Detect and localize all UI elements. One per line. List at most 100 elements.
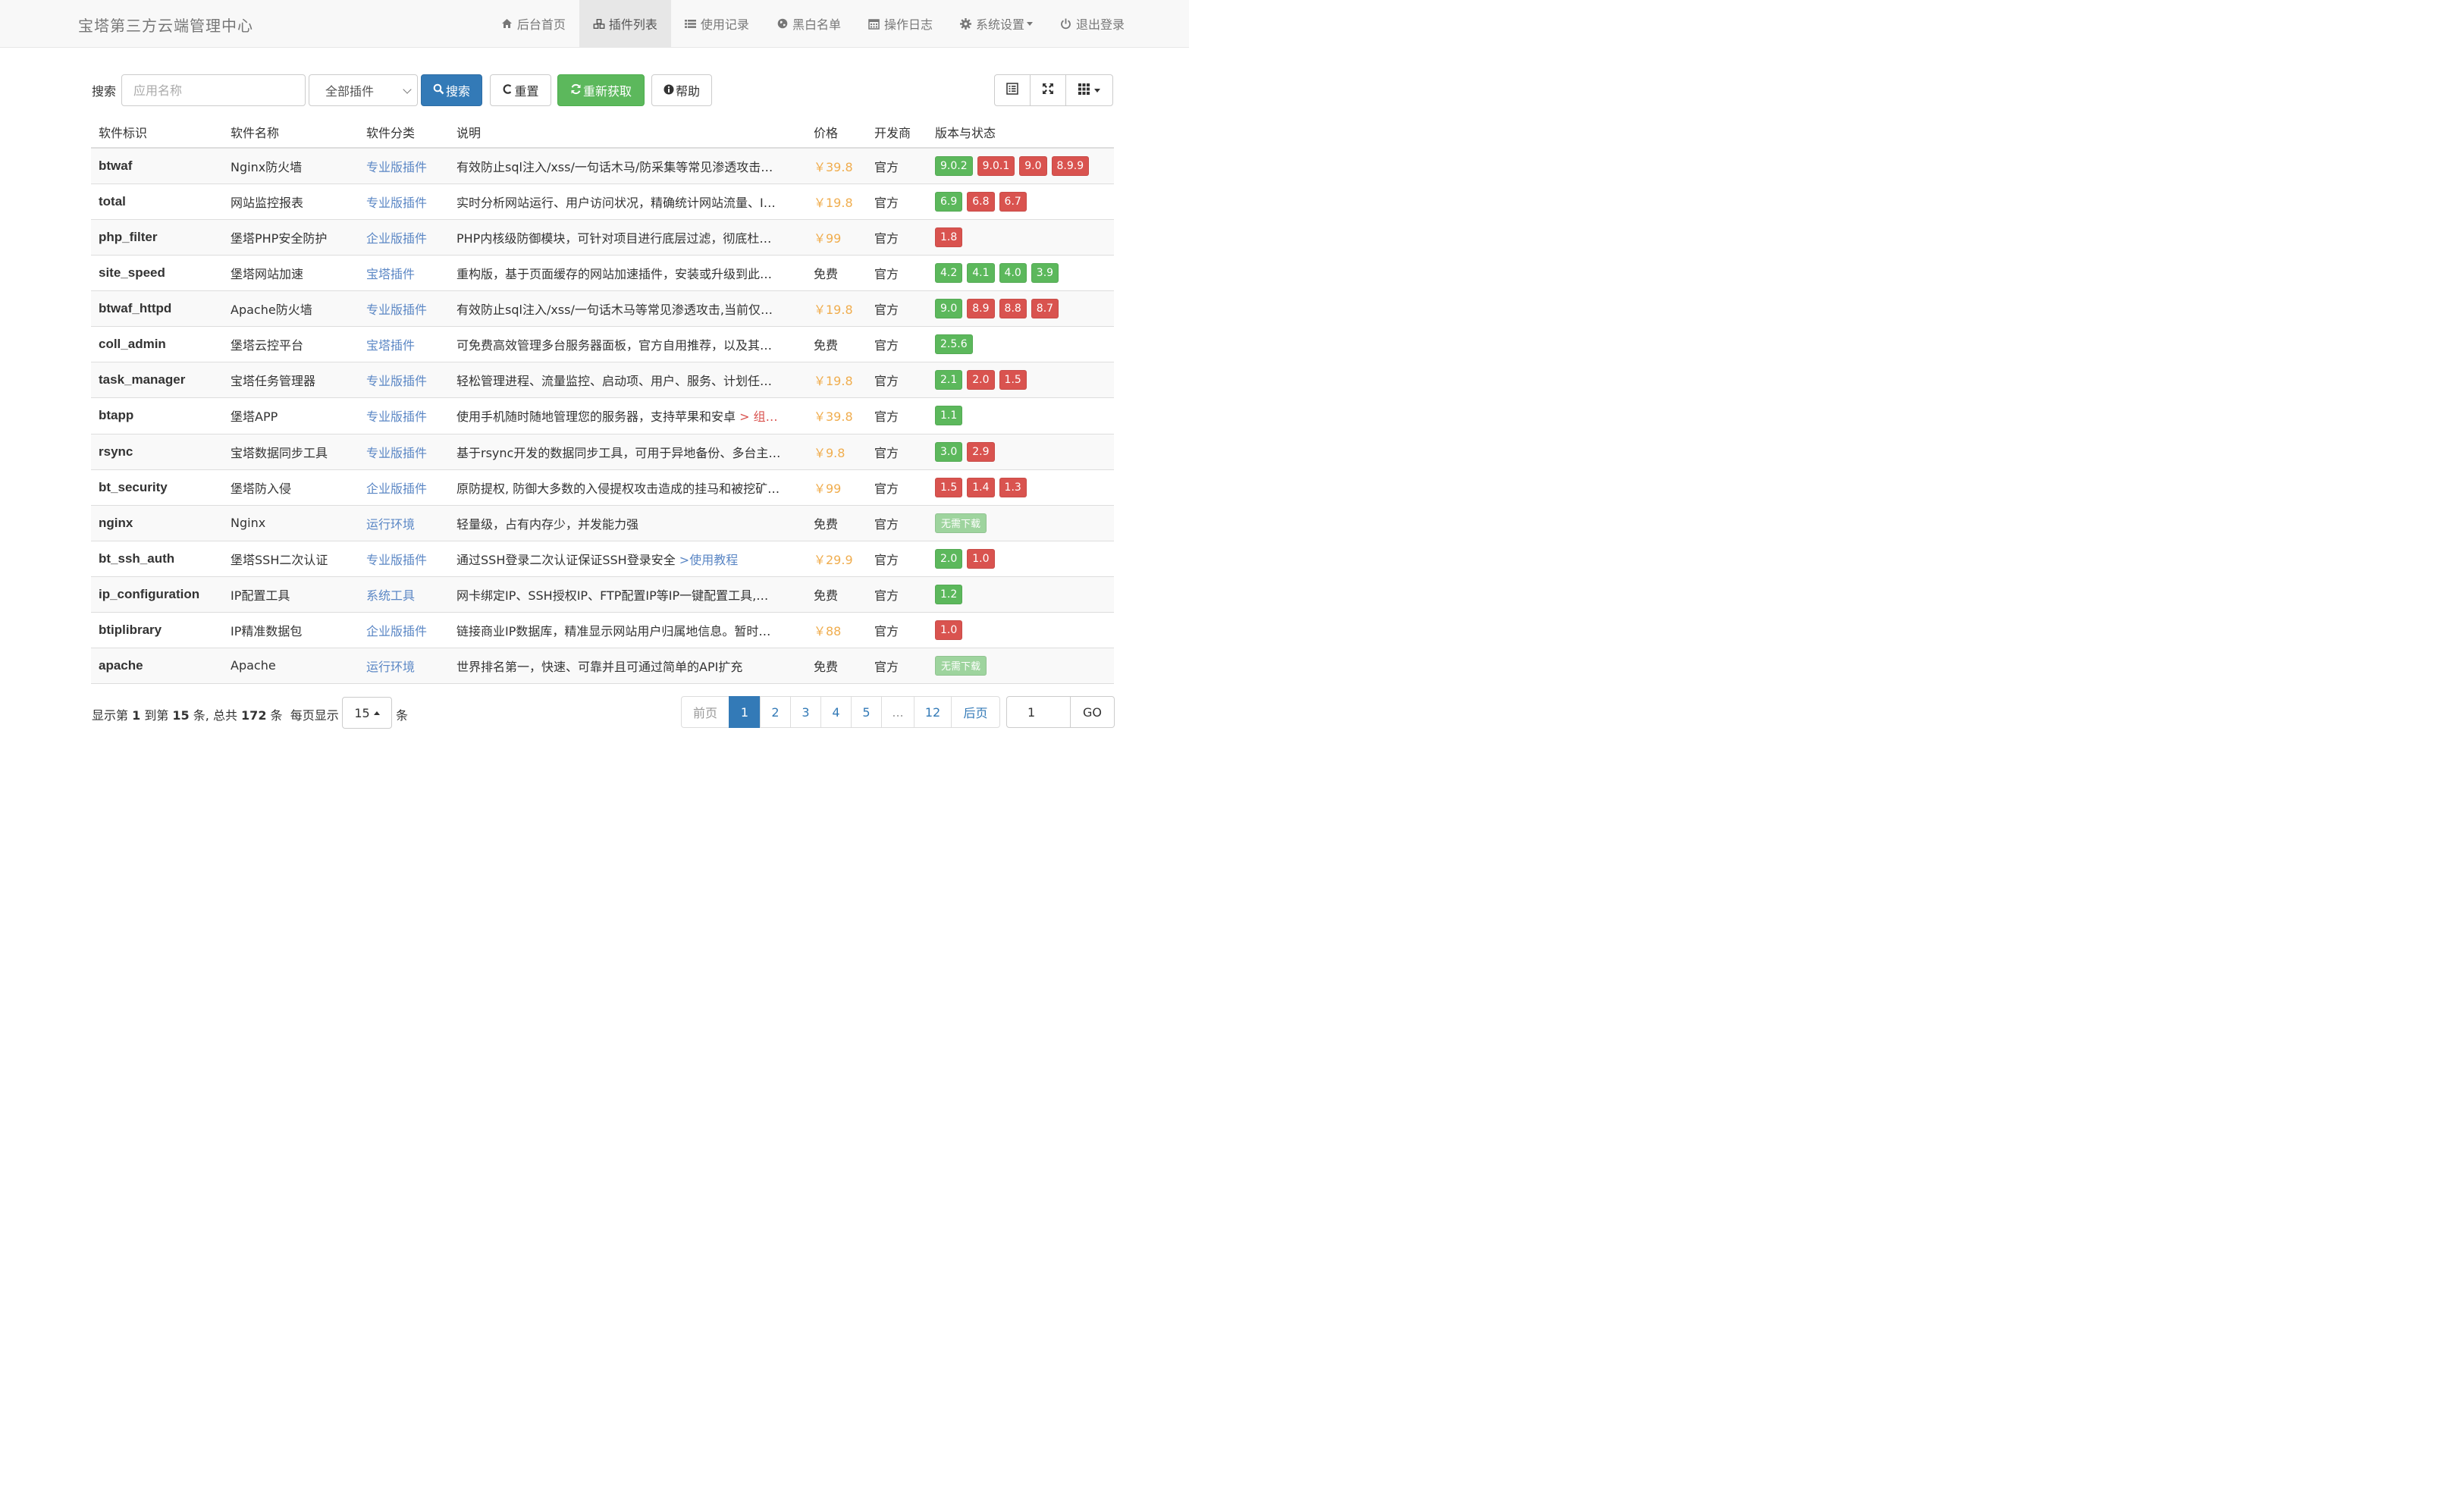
page-5[interactable]: 5 (851, 696, 882, 728)
app-name-search-input[interactable] (121, 74, 306, 106)
tutorial-link[interactable]: >使用教程 (679, 553, 738, 567)
version-badge[interactable]: 2.9 (967, 441, 995, 462)
nav-usage-records[interactable]: 使用记录 (671, 0, 763, 47)
refetch-button[interactable]: 重新获取 (557, 74, 645, 106)
help-button[interactable]: 帮助 (651, 74, 712, 106)
version-badge[interactable]: 8.8 (999, 299, 1027, 319)
goto-button[interactable]: GO (1071, 696, 1115, 728)
version-badge[interactable]: 无需下载 (935, 513, 987, 533)
col-header-id[interactable]: 软件标识 (99, 123, 147, 141)
version-badge[interactable]: 1.5 (935, 477, 963, 497)
table-row: bt_security 堡塔防入侵 企业版插件 原防提权, 防御大多数的入侵提权攻击造… (91, 470, 1114, 506)
software-price: 免费 (814, 338, 839, 353)
software-category[interactable]: 专业版插件 (366, 398, 450, 433)
software-name: IP配置工具 (231, 588, 290, 603)
version-badge[interactable]: 3.9 (1031, 263, 1059, 284)
version-badge[interactable]: 4.1 (967, 263, 995, 284)
software-category[interactable]: 企业版插件 (366, 470, 450, 505)
version-badge[interactable]: 无需下载 (935, 655, 987, 676)
more-link[interactable]: > 组… (736, 409, 778, 424)
col-header-name[interactable]: 软件名称 (231, 123, 279, 141)
version-badge[interactable]: 4.2 (935, 263, 963, 284)
page-3[interactable]: 3 (790, 696, 821, 728)
page-4[interactable]: 4 (820, 696, 852, 728)
nav-blackwhite-list[interactable]: 黑白名单 (763, 0, 855, 47)
version-badge[interactable]: 1.5 (999, 370, 1027, 391)
col-header-developer[interactable]: 开发商 (874, 123, 911, 141)
page-next[interactable]: 后页 (951, 696, 1000, 728)
version-badge[interactable]: 9.0 (935, 299, 963, 319)
columns-dropdown-button[interactable] (1065, 74, 1113, 106)
gear-icon (960, 17, 972, 30)
software-category[interactable]: 专业版插件 (366, 541, 450, 576)
software-category[interactable]: 专业版插件 (366, 291, 450, 326)
fullscreen-icon (1042, 83, 1054, 98)
nav-usage-label: 使用记录 (700, 17, 749, 32)
version-badge[interactable]: 3.0 (935, 441, 963, 462)
version-badge[interactable]: 9.0.2 (935, 156, 973, 176)
version-badge[interactable]: 9.0 (1019, 156, 1047, 176)
software-category[interactable]: 运行环境 (366, 648, 450, 683)
version-badge[interactable]: 8.9 (967, 299, 995, 319)
fullscreen-button[interactable] (1030, 74, 1066, 106)
category-select[interactable]: 全部插件 (309, 74, 418, 106)
col-header-price[interactable]: 价格 (814, 123, 838, 141)
nav-plugins[interactable]: 插件列表 (579, 0, 671, 47)
software-category[interactable]: 专业版插件 (366, 434, 450, 469)
software-category[interactable]: 企业版插件 (366, 220, 450, 255)
software-description: 有效防止sql注入/xss/一句话木马等常见渗透攻击,当前仅… (456, 291, 799, 326)
col-header-category[interactable]: 软件分类 (366, 123, 415, 141)
brand-title[interactable]: 宝塔第三方云端管理中心 (78, 14, 253, 36)
version-badge[interactable]: 1.3 (999, 477, 1027, 497)
nav-logout[interactable]: 退出登录 (1046, 0, 1138, 47)
toggle-view-button[interactable] (994, 74, 1031, 106)
software-category[interactable]: 企业版插件 (366, 613, 450, 648)
nav-system-settings[interactable]: 系统设置 (946, 0, 1046, 47)
version-badge[interactable]: 1.1 (935, 406, 963, 426)
software-category[interactable]: 宝塔插件 (366, 327, 450, 362)
version-badge[interactable]: 8.9.9 (1051, 156, 1090, 176)
version-badge[interactable]: 2.0 (967, 370, 995, 391)
table-row: site_speed 堡塔网站加速 宝塔插件 重构版，基于页面缓存的网站加速插件，安装… (91, 256, 1114, 292)
version-badge[interactable]: 6.8 (967, 192, 995, 212)
nav-operation-log[interactable]: 操作日志 (855, 0, 946, 47)
version-badge[interactable]: 9.0.1 (977, 156, 1015, 176)
version-badge[interactable]: 2.0 (935, 548, 963, 569)
goto-page-input[interactable]: 1 (1006, 696, 1071, 728)
software-description: 可免费高效管理多台服务器面板，官方自用推荐，以及其… (456, 327, 799, 362)
table-row: btapp 堡塔APP 专业版插件 使用手机随时随地管理您的服务器，支持苹果和安卓 >… (91, 398, 1114, 434)
version-badge[interactable]: 1.8 (935, 227, 963, 248)
software-category[interactable]: 专业版插件 (366, 362, 450, 397)
version-badge[interactable]: 8.7 (1031, 299, 1059, 319)
software-category[interactable]: 专业版插件 (366, 149, 450, 184)
reset-button[interactable]: 重置 (490, 74, 551, 106)
version-badge[interactable]: 2.5.6 (935, 334, 973, 355)
software-name: 堡塔云控平台 (231, 338, 304, 353)
version-badge[interactable]: 1.0 (967, 548, 995, 569)
page-12[interactable]: 12 (914, 696, 952, 728)
col-header-description[interactable]: 说明 (456, 123, 481, 141)
page-1[interactable]: 1 (729, 696, 761, 728)
nav-home[interactable]: 后台首页 (488, 0, 579, 47)
software-category[interactable]: 专业版插件 (366, 184, 450, 219)
page-2[interactable]: 2 (760, 696, 791, 728)
software-category[interactable]: 运行环境 (366, 506, 450, 541)
version-badge[interactable]: 6.7 (999, 192, 1027, 212)
version-badge[interactable]: 2.1 (935, 370, 963, 391)
page-size-dropdown[interactable]: 15 (342, 697, 392, 729)
software-category[interactable]: 宝塔插件 (366, 256, 450, 290)
page-prev[interactable]: 前页 (681, 696, 729, 728)
version-badge[interactable]: 1.2 (935, 584, 963, 604)
version-badge[interactable]: 1.4 (967, 477, 995, 497)
nav-settings-label: 系统设置 (975, 17, 1024, 32)
table-row: btwaf_httpd Apache防火墙 专业版插件 有效防止sql注入/xss/一… (91, 291, 1114, 328)
version-badge[interactable]: 4.0 (999, 263, 1027, 284)
col-header-version-status[interactable]: 版本与状态 (935, 123, 996, 141)
software-developer: 官方 (874, 552, 899, 567)
software-category[interactable]: 系统工具 (366, 577, 450, 612)
home-icon (501, 18, 513, 29)
version-badge[interactable]: 6.9 (935, 192, 963, 212)
search-button[interactable]: 搜索 (421, 74, 482, 106)
version-badge[interactable]: 1.0 (935, 620, 963, 640)
description-text: 有效防止sql注入/xss/一句话木马等常见渗透攻击,当前仅… (456, 303, 773, 318)
